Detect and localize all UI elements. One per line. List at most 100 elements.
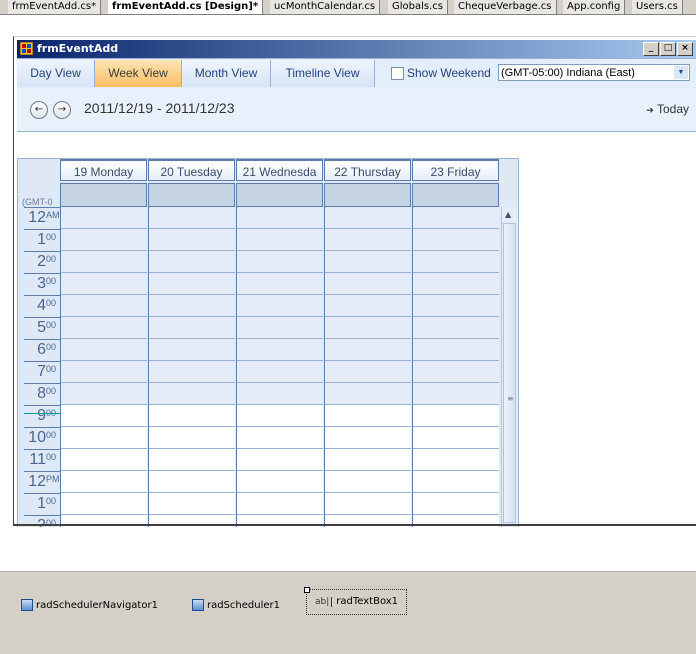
time-slot[interactable] <box>325 251 411 273</box>
doc-tab-frmeventadd-design[interactable]: frmEventAdd.cs [Design]* <box>108 0 264 14</box>
time-slot[interactable] <box>237 361 323 383</box>
time-slot[interactable] <box>413 493 499 515</box>
time-slot[interactable] <box>149 405 235 427</box>
show-weekend-checkbox[interactable] <box>391 67 404 80</box>
time-slot[interactable] <box>61 251 147 273</box>
time-slot[interactable] <box>237 493 323 515</box>
time-slot[interactable] <box>413 361 499 383</box>
selection-handle[interactable] <box>304 587 310 593</box>
day-header[interactable]: 21 Wednesda <box>236 159 323 181</box>
time-slot[interactable] <box>61 229 147 251</box>
scrollbar-thumb[interactable]: ≡ <box>503 223 516 523</box>
time-slot[interactable] <box>325 295 411 317</box>
time-slot[interactable] <box>149 207 235 229</box>
time-slot[interactable] <box>325 471 411 493</box>
time-slot[interactable] <box>413 207 499 229</box>
day-header[interactable]: 22 Thursday <box>324 159 411 181</box>
time-slot[interactable] <box>61 427 147 449</box>
time-slot[interactable] <box>325 493 411 515</box>
time-slot[interactable] <box>413 273 499 295</box>
time-slot[interactable] <box>149 493 235 515</box>
time-slot[interactable] <box>237 339 323 361</box>
all-day-cell[interactable] <box>412 183 499 207</box>
tab-day-view[interactable]: Day View <box>17 60 95 87</box>
all-day-cell[interactable] <box>148 183 235 207</box>
time-slot[interactable] <box>61 273 147 295</box>
time-slot[interactable] <box>149 295 235 317</box>
doc-tab-users[interactable]: Users.cs <box>632 0 683 14</box>
time-slot[interactable] <box>413 405 499 427</box>
time-slot[interactable] <box>61 295 147 317</box>
time-slot[interactable] <box>237 273 323 295</box>
all-day-cell[interactable] <box>236 183 323 207</box>
time-slot[interactable] <box>237 229 323 251</box>
time-slot[interactable] <box>61 471 147 493</box>
time-slot[interactable] <box>413 427 499 449</box>
scroll-up-icon[interactable]: ▲ <box>505 210 511 219</box>
time-slot[interactable] <box>413 383 499 405</box>
vertical-scrollbar[interactable]: ▲ ≡ <box>501 207 518 527</box>
time-slot[interactable] <box>413 339 499 361</box>
time-slot[interactable] <box>413 251 499 273</box>
doc-tab-ucmonthcalendar[interactable]: ucMonthCalendar.cs <box>270 0 381 14</box>
tray-scheduler[interactable]: radScheduler1 <box>192 598 280 614</box>
time-slot[interactable] <box>237 405 323 427</box>
time-slot[interactable] <box>61 405 147 427</box>
all-day-cell[interactable] <box>60 183 147 207</box>
tab-month-view[interactable]: Month View <box>182 60 271 87</box>
time-slot[interactable] <box>149 251 235 273</box>
time-slot[interactable] <box>149 339 235 361</box>
time-slot[interactable] <box>61 383 147 405</box>
chevron-down-icon[interactable]: ▼ <box>674 66 688 79</box>
time-slot[interactable] <box>149 427 235 449</box>
time-slot[interactable] <box>149 383 235 405</box>
day-header[interactable]: 19 Monday <box>60 159 147 181</box>
time-slot[interactable] <box>413 471 499 493</box>
time-slot[interactable] <box>237 251 323 273</box>
minimize-button[interactable]: _ <box>643 42 659 56</box>
all-day-cell[interactable] <box>324 183 411 207</box>
time-slot[interactable] <box>149 471 235 493</box>
close-button[interactable]: × <box>677 42 693 56</box>
time-slot[interactable] <box>413 295 499 317</box>
time-slot[interactable] <box>237 427 323 449</box>
time-slot[interactable] <box>325 405 411 427</box>
doc-tab-globals[interactable]: Globals.cs <box>388 0 448 14</box>
tab-timeline-view[interactable]: Timeline View <box>271 60 375 87</box>
doc-tab-frmeventadd-cs[interactable]: frmEventAdd.cs* <box>8 0 102 14</box>
day-header[interactable]: 20 Tuesday <box>148 159 235 181</box>
time-slot[interactable] <box>237 449 323 471</box>
time-slot[interactable] <box>237 295 323 317</box>
tab-week-view[interactable]: Week View <box>95 60 182 87</box>
time-slot[interactable] <box>61 361 147 383</box>
time-slot[interactable] <box>149 317 235 339</box>
time-slot[interactable] <box>325 317 411 339</box>
time-slot[interactable] <box>149 361 235 383</box>
time-slot[interactable] <box>325 427 411 449</box>
time-slot[interactable] <box>237 207 323 229</box>
doc-tab-chequeverbage[interactable]: ChequeVerbage.cs <box>454 0 557 14</box>
today-button[interactable]: ➔ Today <box>646 102 689 116</box>
time-slot[interactable] <box>149 229 235 251</box>
time-slot[interactable] <box>325 229 411 251</box>
time-slot[interactable] <box>61 493 147 515</box>
form-window[interactable]: frmEventAdd _ □ × Day View Week View Mon… <box>13 36 696 527</box>
time-slot[interactable] <box>325 339 411 361</box>
time-slot[interactable] <box>325 383 411 405</box>
time-slot[interactable] <box>325 273 411 295</box>
time-slot[interactable] <box>413 317 499 339</box>
day-header[interactable]: 23 Friday <box>412 159 499 181</box>
time-slot[interactable] <box>413 449 499 471</box>
time-slot[interactable] <box>325 449 411 471</box>
doc-tab-app-config[interactable]: App.config <box>563 0 626 14</box>
maximize-button[interactable]: □ <box>660 42 676 56</box>
time-slot[interactable] <box>61 207 147 229</box>
time-slot[interactable] <box>237 317 323 339</box>
previous-week-button[interactable]: ← <box>30 101 48 119</box>
time-slot[interactable] <box>61 449 147 471</box>
time-slot[interactable] <box>325 361 411 383</box>
tray-scheduler-navigator[interactable]: radSchedulerNavigator1 <box>21 598 158 614</box>
next-week-button[interactable]: → <box>53 101 71 119</box>
time-slot[interactable] <box>149 273 235 295</box>
time-slot[interactable] <box>149 449 235 471</box>
